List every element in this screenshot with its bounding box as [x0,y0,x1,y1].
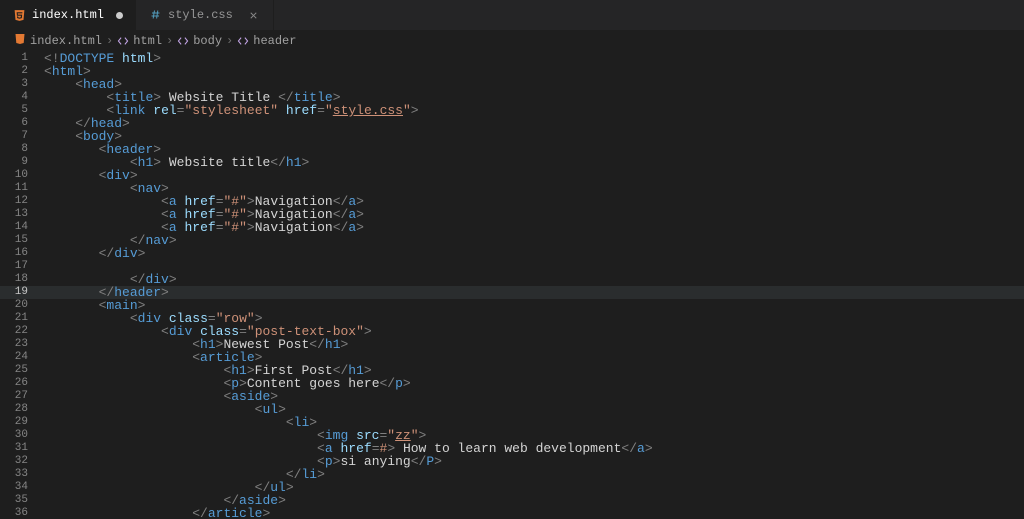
line-number: 19 [0,286,28,299]
line-number: 17 [0,260,28,273]
hash-icon [148,8,162,22]
breadcrumb-label: index.html [30,34,102,48]
tab-label: index.html [32,8,104,22]
line-number: 8 [0,143,28,156]
code-line[interactable]: <div> [44,169,1024,182]
line-number: 26 [0,377,28,390]
modified-dot-icon [116,12,123,19]
code-line[interactable]: <body> [44,130,1024,143]
code-line[interactable]: <h1> Website title</h1> [44,156,1024,169]
element-icon [237,35,249,47]
code-area[interactable]: <!DOCTYPE html><html> <head> <title> Web… [44,52,1024,519]
line-number: 21 [0,312,28,325]
element-icon [177,35,189,47]
code-line[interactable]: </nav> [44,234,1024,247]
code-line[interactable]: </div> [44,247,1024,260]
line-number: 24 [0,351,28,364]
line-number: 18 [0,273,28,286]
tab-label: style.css [168,8,233,22]
line-number: 6 [0,117,28,130]
line-number-gutter: 1234567891011121314151617181920212223242… [0,52,44,519]
line-number: 23 [0,338,28,351]
element-icon [117,35,129,47]
line-number: 34 [0,481,28,494]
line-number: 12 [0,195,28,208]
code-line[interactable]: </article> [44,507,1024,519]
line-number: 30 [0,429,28,442]
line-number: 2 [0,65,28,78]
code-editor[interactable]: 1234567891011121314151617181920212223242… [0,52,1024,519]
chevron-right-icon: › [106,34,113,48]
breadcrumb-item[interactable]: header [237,34,296,48]
chevron-right-icon: › [226,34,233,48]
line-number: 5 [0,104,28,117]
line-number: 35 [0,494,28,507]
line-number: 13 [0,208,28,221]
breadcrumb-label: header [253,34,296,48]
code-line[interactable]: </header> [44,286,1024,299]
line-number: 32 [0,455,28,468]
code-line[interactable]: <html> [44,65,1024,78]
line-number: 7 [0,130,28,143]
breadcrumb-label: body [193,34,222,48]
line-number: 22 [0,325,28,338]
line-number: 28 [0,403,28,416]
line-number: 10 [0,169,28,182]
line-number: 9 [0,156,28,169]
tab-index-html[interactable]: index.html [0,0,136,30]
close-icon[interactable] [247,8,261,22]
breadcrumb-item[interactable]: html [117,34,162,48]
breadcrumb-item[interactable]: body [177,34,222,48]
html5-icon [12,8,26,22]
line-number: 14 [0,221,28,234]
code-line[interactable]: </div> [44,273,1024,286]
line-number: 3 [0,78,28,91]
code-line[interactable]: <link rel="stylesheet" href="style.css"> [44,104,1024,117]
code-line[interactable] [44,260,1024,273]
html5-icon [14,33,26,49]
line-number: 29 [0,416,28,429]
code-line[interactable]: </head> [44,117,1024,130]
breadcrumb-label: html [133,34,162,48]
line-number: 4 [0,91,28,104]
breadcrumb[interactable]: index.html › html › body › header [0,30,1024,52]
line-number: 1 [0,52,28,65]
line-number: 25 [0,364,28,377]
line-number: 33 [0,468,28,481]
breadcrumb-item[interactable]: index.html [14,33,102,49]
code-line[interactable]: <!DOCTYPE html> [44,52,1024,65]
code-line[interactable]: <a href="#">Navigation</a> [44,221,1024,234]
line-number: 31 [0,442,28,455]
line-number: 11 [0,182,28,195]
line-number: 36 [0,507,28,519]
line-number: 16 [0,247,28,260]
tab-bar: index.html style.css [0,0,1024,30]
line-number: 15 [0,234,28,247]
chevron-right-icon: › [166,34,173,48]
tab-style-css[interactable]: style.css [136,0,274,30]
line-number: 20 [0,299,28,312]
line-number: 27 [0,390,28,403]
